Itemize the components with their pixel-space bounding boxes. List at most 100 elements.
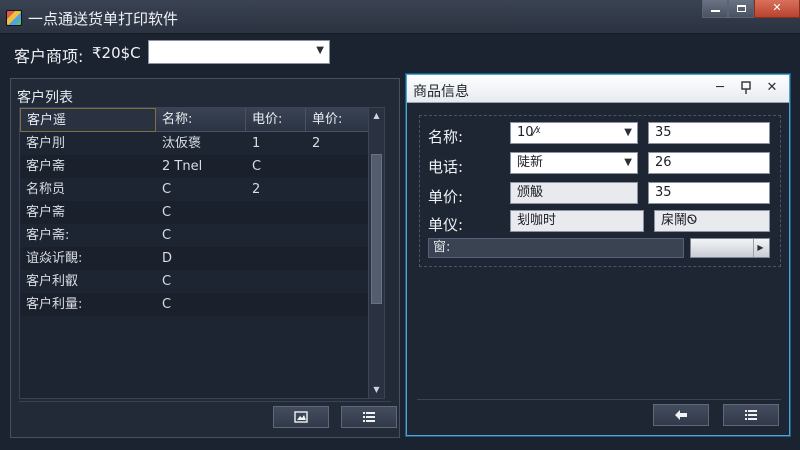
window-title: 一点通送货单打印软件 xyxy=(28,10,179,28)
product-info-toolbar xyxy=(417,399,781,429)
table-cell xyxy=(306,178,312,201)
table-cell: C xyxy=(162,274,172,289)
customer-list-title: 客户列表 xyxy=(17,90,73,106)
close-icon[interactable]: ✕ xyxy=(763,79,781,97)
preview-button[interactable] xyxy=(273,406,329,428)
app-icon xyxy=(6,10,22,26)
path-browse-button[interactable]: ▶ xyxy=(690,238,770,258)
list-button[interactable] xyxy=(723,404,779,426)
table-cell xyxy=(306,247,312,270)
column-header[interactable]: 客户遥 xyxy=(20,108,156,132)
table-cell xyxy=(306,270,312,293)
customer-list-panel: 客户列表 客户遥 名称: 电价: 单价: 客户刖 汰仮褒 1 2 客户斋 2 T… xyxy=(10,78,400,438)
name-select[interactable]: 10⁄ᵡ ▼ xyxy=(510,122,638,144)
phone-select[interactable]: 陡新 ▼ xyxy=(510,152,638,174)
table-cell xyxy=(246,270,252,293)
table-cell: C xyxy=(162,205,172,220)
back-arrow-icon xyxy=(654,409,708,421)
name-extra-input[interactable]: 35 xyxy=(648,122,770,144)
table-cell: 谊焱䜣靦: xyxy=(26,251,83,266)
chevron-down-icon: ▼ xyxy=(316,45,324,56)
minimize-icon[interactable]: ─ xyxy=(711,79,729,97)
unit-field[interactable]: 刬咖时 xyxy=(510,210,644,232)
back-button[interactable] xyxy=(653,404,709,426)
price-field[interactable]: 颁觙 xyxy=(510,182,638,204)
name-value: 10⁄ᵡ xyxy=(517,125,541,140)
pin-icon[interactable] xyxy=(737,79,755,97)
list-icon xyxy=(724,409,778,421)
table-cell: 客户利叡 xyxy=(26,274,79,289)
table-cell: 名称员 xyxy=(26,182,66,197)
table-cell: 客户利量: xyxy=(26,297,83,312)
column-header[interactable]: 名称: xyxy=(156,108,246,132)
table-row[interactable]: 客户斋: C xyxy=(20,224,384,247)
table-cell: 2 Tnel xyxy=(162,159,203,174)
name-label: 名称: xyxy=(428,128,464,146)
table-cell: 客户斋 xyxy=(26,159,66,174)
filter-label: 客户商项: xyxy=(14,47,84,66)
window-controls: ✕ xyxy=(702,0,800,18)
table-cell: 2 xyxy=(312,136,321,151)
phone-label: 电话: xyxy=(428,158,464,176)
table-row[interactable]: 客户刖 汰仮褒 1 2 xyxy=(20,132,384,155)
table-cell: 客户斋 xyxy=(26,205,66,220)
chevron-down-icon: ▼ xyxy=(624,127,632,138)
price-extra-input[interactable]: 35 xyxy=(648,182,770,204)
chevron-down-icon: ▼ xyxy=(624,157,632,168)
table-cell: 2 xyxy=(252,182,261,197)
table-cell: 1 xyxy=(252,136,261,151)
column-header[interactable]: 单价: xyxy=(306,108,370,132)
table-cell: 汰仮褒 xyxy=(162,136,202,151)
scroll-thumb[interactable] xyxy=(371,154,382,304)
table-row[interactable]: 客户利叡 C xyxy=(20,270,384,293)
table-cell xyxy=(246,247,252,270)
table-cell xyxy=(246,201,252,224)
customer-list-toolbar xyxy=(19,401,397,431)
table-cell: 客户刖 xyxy=(26,136,66,151)
path-field[interactable]: 窗: xyxy=(428,238,684,258)
scroll-down-icon[interactable]: ▼ xyxy=(369,382,384,398)
table-cell: C xyxy=(162,182,172,197)
product-info-header: 商品信息 ─ ✕ xyxy=(407,75,789,103)
table-cell xyxy=(306,201,312,224)
vertical-scrollbar[interactable]: ▲ ▼ xyxy=(368,108,384,398)
table-cell: D xyxy=(162,251,173,266)
path-label: 窗: xyxy=(433,240,451,255)
table-cell: C xyxy=(162,228,172,243)
table-row[interactable]: 客户斋 2 Tnel C xyxy=(20,155,384,178)
maximize-icon[interactable] xyxy=(728,0,754,18)
product-form: 名称: 10⁄ᵡ ▼ 35 电话: 陡新 ▼ 26 单价: 颁觙 35 单仪: … xyxy=(419,115,781,267)
scroll-up-icon[interactable]: ▲ xyxy=(369,108,384,124)
phone-extra-input[interactable]: 26 xyxy=(648,152,770,174)
table-row[interactable]: 谊焱䜣靦: D xyxy=(20,247,384,270)
list-icon xyxy=(342,411,396,423)
table-row[interactable]: 客户斋 C xyxy=(20,201,384,224)
play-arrow-icon: ▶ xyxy=(753,239,767,257)
table-cell xyxy=(306,155,312,178)
unit-label: 单仪: xyxy=(428,216,464,234)
product-info-panel: 商品信息 ─ ✕ 名称: 10⁄ᵡ ▼ 35 电话: 陡新 ▼ 26 单价: 颁… xyxy=(406,74,790,436)
table-cell xyxy=(306,293,312,316)
filter-code: ₹20$C xyxy=(92,44,141,62)
phone-value: 陡新 xyxy=(517,155,544,170)
unit-extra-field[interactable]: 㦿鬧Ꮻ xyxy=(654,210,770,232)
table-cell xyxy=(246,224,252,247)
table-cell: 客户斋: xyxy=(26,228,70,243)
table-cell: C xyxy=(252,159,262,174)
column-header[interactable]: 电价: xyxy=(246,108,306,132)
list-button[interactable] xyxy=(341,406,397,428)
table-row[interactable]: 客户利量: C xyxy=(20,293,384,316)
table-cell xyxy=(306,224,312,247)
table-row[interactable]: 名称员 C 2 xyxy=(20,178,384,201)
table-cell: C xyxy=(162,297,172,312)
price-value: 颁觙 xyxy=(517,185,544,200)
customer-grid: 客户遥 名称: 电价: 单价: 客户刖 汰仮褒 1 2 客户斋 2 Tnel C… xyxy=(19,107,385,399)
product-info-title: 商品信息 xyxy=(413,84,469,100)
grid-header: 客户遥 名称: 电价: 单价: xyxy=(20,108,384,132)
price-label: 单价: xyxy=(428,188,464,206)
picture-icon xyxy=(274,411,328,423)
minimize-icon[interactable] xyxy=(702,0,728,18)
customer-filter-select[interactable]: ▼ xyxy=(148,40,330,64)
table-cell xyxy=(246,293,252,316)
close-icon[interactable]: ✕ xyxy=(754,0,800,18)
